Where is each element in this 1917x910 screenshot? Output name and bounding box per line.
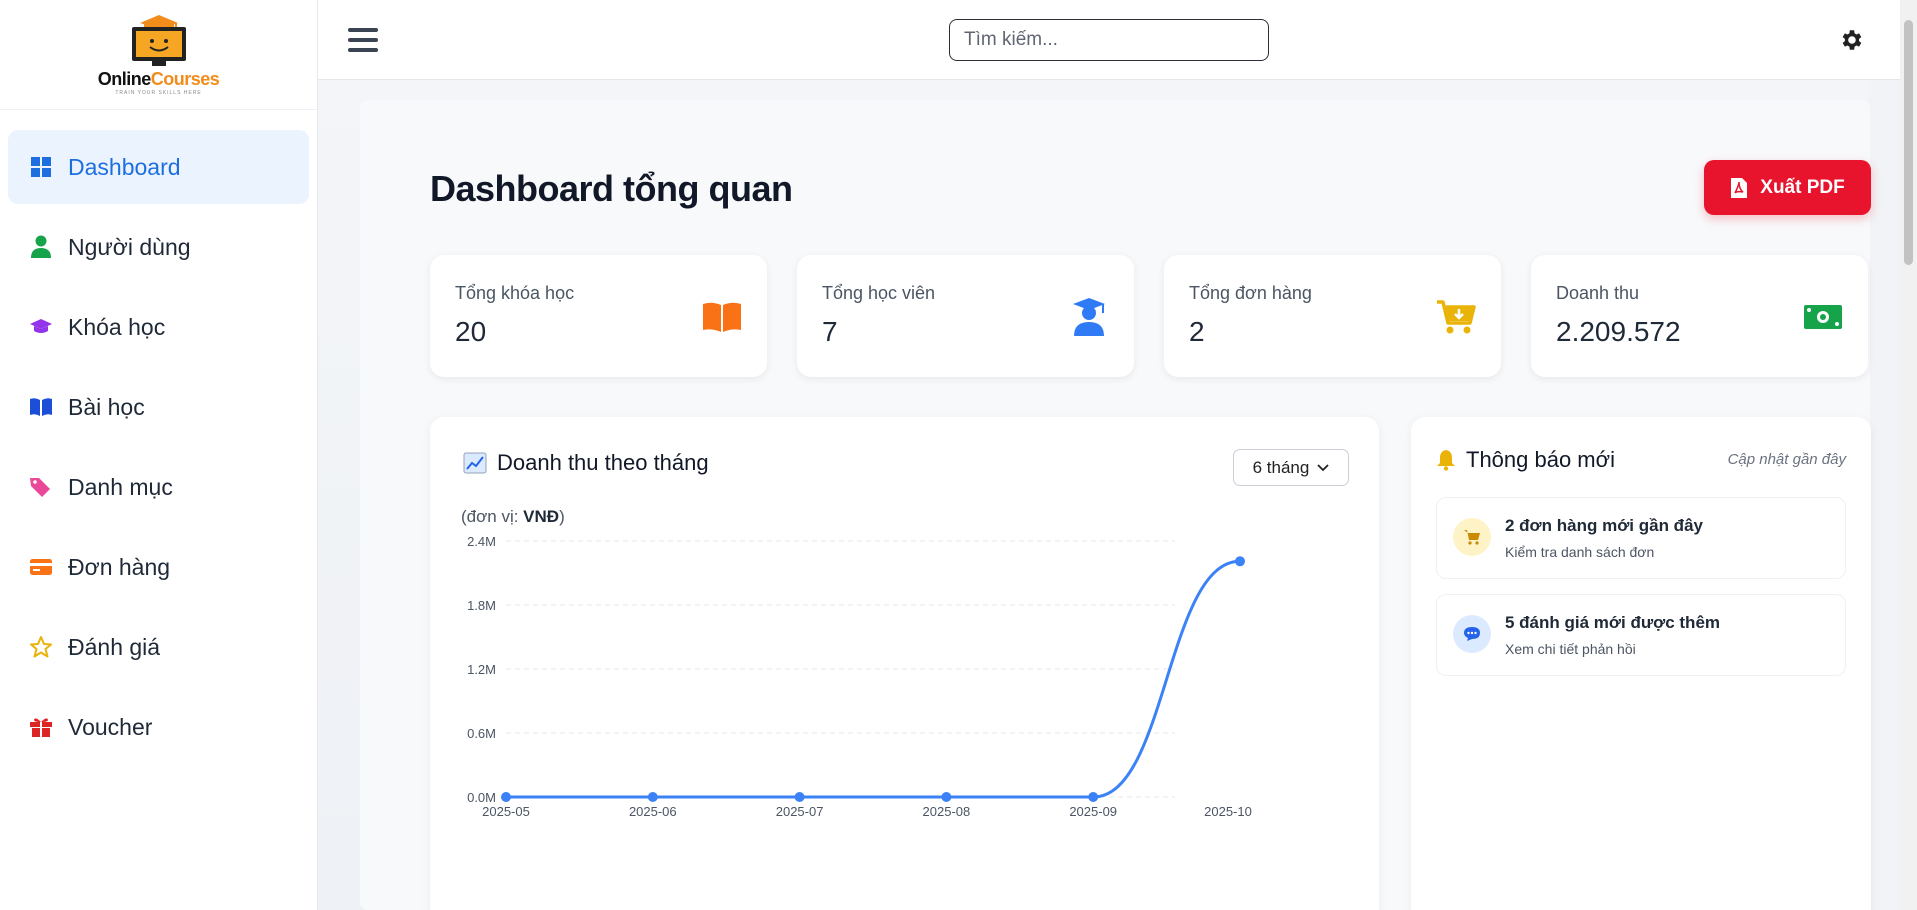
y-tick-label: 2.4M bbox=[467, 534, 496, 549]
stat-label: Doanh thu bbox=[1556, 283, 1640, 303]
stat-card-orders: Tổng đơn hàng 2 bbox=[1164, 255, 1501, 377]
sidebar-item-label: Voucher bbox=[68, 713, 153, 740]
stat-card-courses: Tổng khóa học 20 bbox=[430, 255, 767, 377]
x-tick-label: 2025-05 bbox=[482, 804, 530, 819]
book-open-icon bbox=[702, 297, 742, 337]
file-pdf-icon bbox=[1731, 177, 1748, 198]
x-tick-label: 2025-10 bbox=[1204, 804, 1252, 819]
notification-item[interactable]: 5 đánh giá mới được thêm Xem chi tiết ph… bbox=[1436, 594, 1846, 676]
page-title: Dashboard tổng quan bbox=[430, 168, 793, 209]
sidebar-item-lessons[interactable]: Bài học bbox=[8, 370, 309, 444]
sidebar-item-label: Người dùng bbox=[68, 233, 191, 260]
gift-icon bbox=[28, 714, 54, 740]
sidebar-item-label: Danh mục bbox=[68, 473, 173, 500]
topbar bbox=[318, 0, 1900, 80]
x-tick-label: 2025-07 bbox=[776, 804, 824, 819]
data-point bbox=[501, 792, 511, 802]
page-scrollbar[interactable] bbox=[1900, 0, 1917, 910]
revenue-line-chart: 0.0M 0.6M 1.2M 1.8M 2.4M 2025-05 2025-06 2025-0… bbox=[467, 534, 1252, 819]
sidebar-item-label: Đơn hàng bbox=[68, 553, 171, 580]
stat-value: 20 bbox=[455, 316, 487, 347]
notification-title: 2 đơn hàng mới gần đây bbox=[1505, 516, 1703, 535]
data-point bbox=[1088, 792, 1099, 802]
bell-icon bbox=[1437, 450, 1455, 471]
dashboard-content: Dashboard tổng quan Xuất PDF Tổng khóa h… bbox=[360, 100, 1871, 910]
logo-icon bbox=[131, 15, 186, 66]
sidebar-item-label: Bài học bbox=[68, 393, 145, 420]
main-area: Dashboard tổng quan Xuất PDF Tổng khóa h… bbox=[318, 80, 1871, 910]
export-pdf-label: Xuất PDF bbox=[1760, 176, 1845, 198]
stat-value: 2.209.572 bbox=[1556, 316, 1681, 347]
notifications-subtitle: Cập nhật gần đây bbox=[1727, 451, 1846, 468]
sidebar-item-categories[interactable]: Danh mục bbox=[8, 450, 309, 524]
notifications-title: Thông báo mới bbox=[1436, 447, 1615, 473]
stat-card-revenue: Doanh thu 2.209.572 bbox=[1531, 255, 1868, 377]
brand-logo[interactable]: OnlineCourses TRAIN YOUR SKILLS HERE bbox=[0, 0, 317, 110]
scrollbar-thumb[interactable] bbox=[1904, 20, 1913, 265]
star-icon bbox=[28, 634, 54, 660]
stat-value: 2 bbox=[1189, 316, 1205, 347]
data-point bbox=[794, 792, 805, 802]
stat-value: 7 bbox=[822, 316, 838, 347]
search-input[interactable] bbox=[949, 19, 1269, 61]
credit-card-icon bbox=[28, 554, 54, 580]
stat-label: Tổng học viên bbox=[822, 283, 936, 303]
book-open-icon bbox=[28, 394, 54, 420]
data-point bbox=[647, 792, 658, 802]
y-tick-label: 0.0M bbox=[467, 790, 496, 805]
grid-icon bbox=[28, 154, 54, 180]
cart-icon bbox=[1453, 518, 1491, 556]
brand-name: OnlineCourses bbox=[97, 69, 220, 89]
sidebar-nav: Dashboard Người dùng Khóa học Bài học Da… bbox=[0, 110, 317, 790]
sidebar-item-dashboard[interactable]: Dashboard bbox=[8, 130, 309, 204]
money-bill-icon bbox=[1803, 297, 1843, 337]
hamburger-menu-icon[interactable] bbox=[348, 26, 378, 54]
sidebar-item-label: Khóa học bbox=[68, 313, 166, 340]
x-tick-label: 2025-09 bbox=[1069, 804, 1117, 819]
gear-icon[interactable] bbox=[1838, 27, 1864, 53]
sidebar-item-reviews[interactable]: Đánh giá bbox=[8, 610, 309, 684]
sidebar-item-users[interactable]: Người dùng bbox=[8, 210, 309, 284]
stat-label: Tổng khóa học bbox=[455, 283, 575, 303]
sidebar-item-label: Dashboard bbox=[68, 153, 181, 180]
stat-label: Tổng đơn hàng bbox=[1189, 283, 1312, 303]
brand-tagline: TRAIN YOUR SKILLS HERE bbox=[115, 90, 202, 96]
notification-desc: Kiểm tra danh sách đơn bbox=[1505, 544, 1655, 560]
sidebar: OnlineCourses TRAIN YOUR SKILLS HERE Das… bbox=[0, 0, 318, 910]
cart-download-icon bbox=[1436, 297, 1476, 337]
comment-icon bbox=[1453, 615, 1491, 653]
export-pdf-button[interactable]: Xuất PDF bbox=[1704, 160, 1871, 215]
sidebar-item-courses[interactable]: Khóa học bbox=[8, 290, 309, 364]
x-tick-label: 2025-08 bbox=[923, 804, 971, 819]
y-tick-label: 1.8M bbox=[467, 598, 496, 613]
notification-item[interactable]: 2 đơn hàng mới gần đây Kiểm tra danh sác… bbox=[1436, 497, 1846, 579]
x-tick-label: 2025-06 bbox=[629, 804, 677, 819]
stat-card-students: Tổng học viên 7 bbox=[797, 255, 1134, 377]
series-line bbox=[505, 559, 1241, 799]
notification-title: 5 đánh giá mới được thêm bbox=[1505, 613, 1721, 632]
user-icon bbox=[28, 234, 54, 260]
graduation-cap-icon bbox=[28, 314, 54, 340]
user-graduate-icon bbox=[1069, 297, 1109, 337]
sidebar-item-label: Đánh giá bbox=[68, 633, 161, 660]
data-point bbox=[1235, 556, 1245, 567]
notifications-title-text: Thông báo mới bbox=[1466, 447, 1615, 472]
y-tick-label: 1.2M bbox=[467, 662, 496, 677]
data-point bbox=[941, 792, 952, 802]
sidebar-item-orders[interactable]: Đơn hàng bbox=[8, 530, 309, 604]
y-tick-label: 0.6M bbox=[467, 726, 496, 741]
sidebar-item-voucher[interactable]: Voucher bbox=[8, 690, 309, 764]
notification-desc: Xem chi tiết phản hồi bbox=[1505, 641, 1636, 657]
tags-icon bbox=[28, 474, 54, 500]
notifications-card: Thông báo mới Cập nhật gần đây 2 đơn hàn… bbox=[1411, 417, 1871, 910]
revenue-chart-card: Doanh thu theo tháng 6 tháng (đơn vị: VN… bbox=[430, 417, 1379, 910]
